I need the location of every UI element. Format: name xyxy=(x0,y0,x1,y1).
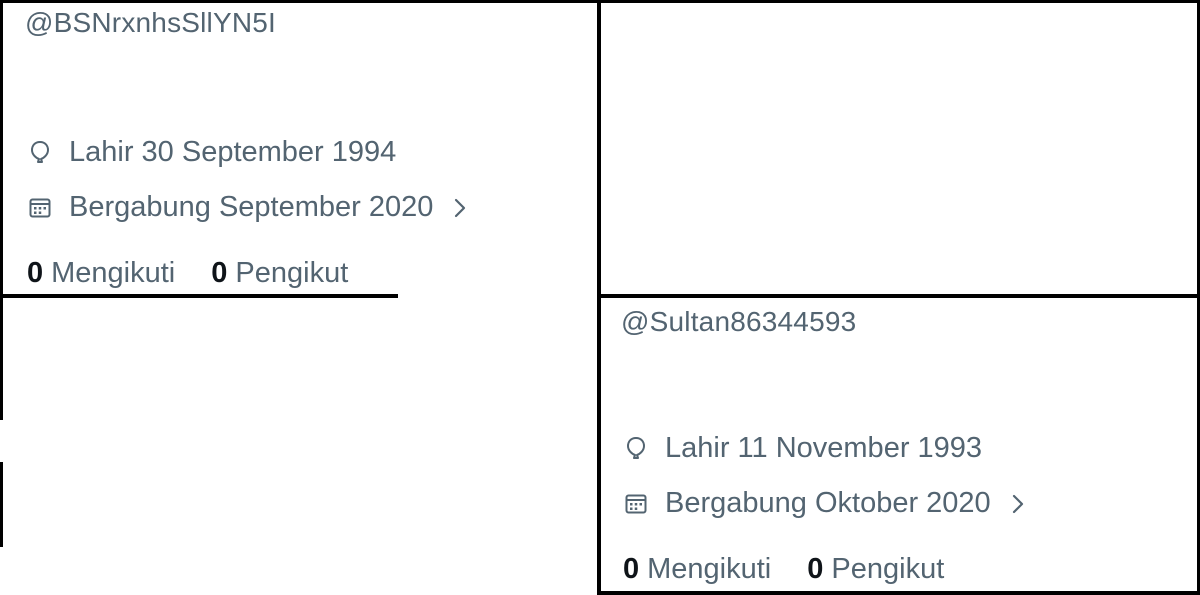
followers-link[interactable]: 0 Pengikut xyxy=(807,553,944,586)
follow-stats: 0 Mengikuti 0 Pengikut xyxy=(27,257,348,290)
joined-date-text: Bergabung Oktober 2020 xyxy=(665,487,991,519)
birth-date-row: Lahir 11 November 1993 xyxy=(623,432,982,465)
divider-left-upper xyxy=(0,0,3,420)
profile-panel-1: @BSNrxnhsSllYN5I Lahir 30 September 1994 xyxy=(3,3,597,294)
joined-date-row[interactable]: Bergabung September 2020 xyxy=(27,191,467,224)
calendar-icon xyxy=(27,195,53,221)
profile-handle: @BSNrxnhsSllYN5I xyxy=(25,7,277,38)
following-label: Mengikuti xyxy=(647,553,772,585)
joined-date-row[interactable]: Bergabung Oktober 2020 xyxy=(623,487,1025,520)
following-link[interactable]: 0 Mengikuti xyxy=(623,553,771,586)
blank-panel-bottom-left xyxy=(3,298,597,592)
divider-vertical xyxy=(597,0,601,595)
followers-count: 0 xyxy=(807,553,824,585)
following-count: 0 xyxy=(27,257,44,289)
screenshot-collage: @BSNrxnhsSllYN5I Lahir 30 September 1994 xyxy=(0,0,1200,595)
birth-date-row: Lahir 30 September 1994 xyxy=(27,136,396,169)
followers-label: Pengikut xyxy=(831,553,945,585)
birth-date-text: Lahir 30 September 1994 xyxy=(69,136,397,168)
profile-panel-2: @Sultan86344593 Lahir 11 November 1993 B… xyxy=(601,298,1197,592)
chevron-right-icon[interactable] xyxy=(1011,493,1025,515)
balloon-icon xyxy=(623,436,649,462)
followers-link[interactable]: 0 Pengikut xyxy=(211,257,348,290)
birth-date-text: Lahir 11 November 1993 xyxy=(665,432,983,464)
followers-label: Pengikut xyxy=(235,257,349,289)
chevron-right-icon[interactable] xyxy=(453,197,467,219)
joined-date-text: Bergabung September 2020 xyxy=(69,191,434,223)
followers-count: 0 xyxy=(211,257,228,289)
following-count: 0 xyxy=(623,553,640,585)
balloon-icon xyxy=(27,140,53,166)
divider-bottom xyxy=(597,591,1200,595)
profile-handle: @Sultan86344593 xyxy=(621,306,857,337)
blank-panel-top-right xyxy=(601,3,1197,294)
following-link[interactable]: 0 Mengikuti xyxy=(27,257,175,290)
divider-left-lower xyxy=(0,462,3,547)
divider-gap xyxy=(398,294,597,298)
calendar-icon xyxy=(623,491,649,517)
follow-stats: 0 Mengikuti 0 Pengikut xyxy=(623,553,944,586)
following-label: Mengikuti xyxy=(51,257,176,289)
